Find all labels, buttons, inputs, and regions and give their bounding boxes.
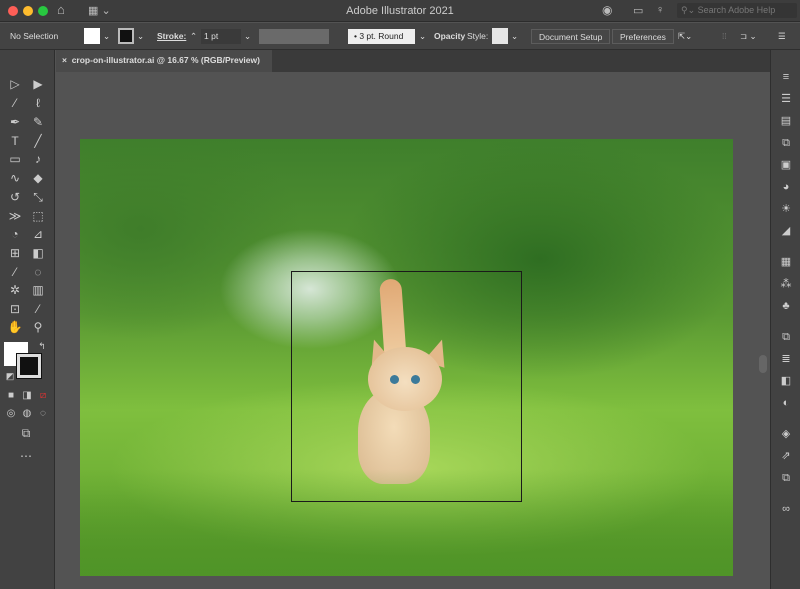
- title-bar: ⌂ ▦ ⌄ Adobe Illustrator 2021 ◉ ▭ ♀ ⚲⌄ Se…: [0, 0, 800, 22]
- color-mode-icon[interactable]: ■: [3, 388, 19, 404]
- paintbrush-tool-icon[interactable]: ♪: [30, 151, 46, 167]
- close-tab-icon[interactable]: ×: [62, 55, 67, 65]
- mesh-tool-icon[interactable]: ⊞: [7, 245, 23, 261]
- draw-normal-icon[interactable]: ◎: [3, 406, 19, 422]
- eyedropper-tool-icon[interactable]: ⁄: [7, 264, 23, 280]
- select-similar-icon[interactable]: ⇱⌄: [678, 29, 692, 44]
- chevron-down-icon[interactable]: ⌄: [244, 29, 251, 44]
- gradient-panel-icon[interactable]: ◢: [779, 224, 793, 238]
- style-label: Style:: [467, 31, 489, 41]
- width-tool-icon[interactable]: ≫: [7, 208, 23, 224]
- eraser-tool-icon[interactable]: ◆: [30, 170, 46, 186]
- swap-colors-icon[interactable]: ↰: [34, 338, 50, 354]
- symbols-icon[interactable]: ♣: [779, 299, 793, 313]
- magic-wand-tool-icon[interactable]: ⁄: [7, 95, 23, 111]
- arrange-documents-icon[interactable]: ▭: [633, 5, 643, 17]
- libraries-icon[interactable]: ☰: [779, 92, 793, 106]
- links-icon[interactable]: ∞: [779, 502, 793, 516]
- zoom-tool-icon[interactable]: ⚲: [30, 319, 46, 335]
- document-tab-title: crop-on-illustrator.ai @ 16.67 % (RGB/Pr…: [71, 55, 260, 65]
- pen-tool-icon[interactable]: ✒: [7, 114, 23, 130]
- selection-tool-icon[interactable]: ▷: [7, 76, 23, 92]
- stroke-stepper[interactable]: ⌃: [190, 29, 197, 44]
- menu-list-icon[interactable]: ☰: [778, 29, 786, 44]
- column-graph-tool-icon[interactable]: ▥: [30, 282, 46, 298]
- direct-selection-tool-icon[interactable]: ▶: [30, 76, 46, 92]
- properties-icon[interactable]: ≡: [779, 70, 793, 84]
- search-placeholder: Search Adobe Help: [697, 5, 776, 15]
- line-tool-icon[interactable]: ╱: [30, 133, 46, 149]
- slice-tool-icon[interactable]: ⁄: [30, 301, 46, 317]
- control-bar: No Selection ⌄ ⌄ Stroke: ⌃ 1 pt ⌄ • 3 pt…: [0, 23, 800, 50]
- pathfinder-icon[interactable]: ▣: [779, 158, 793, 172]
- opacity-label[interactable]: Opacity: [434, 29, 465, 44]
- artboards-panel-icon[interactable]: ⧉: [779, 471, 793, 485]
- curvature-tool-icon[interactable]: ✎: [30, 114, 46, 130]
- none-mode-icon[interactable]: ⧄: [35, 388, 51, 404]
- export-icon[interactable]: ⇗: [779, 449, 793, 463]
- style-swatch[interactable]: [492, 28, 508, 44]
- free-transform-tool-icon[interactable]: ⬚: [30, 208, 46, 224]
- chevron-down-icon[interactable]: ⌄: [419, 29, 426, 44]
- symbol-sprayer-tool-icon[interactable]: ✲: [7, 282, 23, 298]
- transparency-icon[interactable]: ◧: [779, 374, 793, 388]
- stroke-panel-icon[interactable]: ⧉: [779, 330, 793, 344]
- distribute-icon[interactable]: ⊐ ⌄: [740, 29, 757, 44]
- dock-resize-handle[interactable]: [759, 355, 767, 373]
- variable-width-profile[interactable]: [259, 29, 329, 44]
- transform-panel-icon[interactable]: ⧉: [779, 136, 793, 150]
- fill-swatch[interactable]: [84, 28, 100, 44]
- draw-behind-icon[interactable]: ◍: [19, 406, 35, 422]
- lines-panel-icon[interactable]: ≣: [779, 352, 793, 366]
- stroke-label[interactable]: Stroke:: [157, 29, 186, 44]
- stroke-color-box[interactable]: [16, 353, 42, 379]
- layers-icon[interactable]: ◈: [779, 427, 793, 441]
- edit-toolbar-icon[interactable]: ⋯: [18, 448, 34, 464]
- swatches-icon[interactable]: ▦: [779, 255, 793, 269]
- rectangle-tool-icon[interactable]: ▭: [7, 151, 23, 167]
- align-panel-icon[interactable]: ▤: [779, 114, 793, 128]
- type-tool-icon[interactable]: T: [7, 133, 23, 149]
- stroke-weight-input[interactable]: 1 pt: [201, 29, 241, 44]
- screen-mode-icon[interactable]: ⧉: [18, 425, 34, 441]
- gradient-mode-icon[interactable]: ◨: [19, 388, 35, 404]
- lasso-tool-icon[interactable]: ℓ: [30, 95, 46, 111]
- draw-inside-icon[interactable]: ◌: [35, 406, 51, 422]
- document-tab-bar: × crop-on-illustrator.ai @ 16.67 % (RGB/…: [56, 50, 770, 72]
- blend-tool-icon[interactable]: ◌: [30, 264, 46, 280]
- right-panel-dock: ≡ ☰ ▤ ⧉ ▣ ◕ ☀ ◢ ▦ ⁂ ♣ ⧉ ≣ ◧ ◐ ◈ ⇗ ⧉ ∞: [759, 50, 800, 589]
- search-help-input[interactable]: ⚲⌄ Search Adobe Help: [677, 3, 797, 18]
- stroke-swatch[interactable]: [118, 28, 134, 44]
- document-setup-button[interactable]: Document Setup: [531, 29, 611, 44]
- shaper-tool-icon[interactable]: ∿: [7, 170, 23, 186]
- scale-tool-icon[interactable]: ⤡: [30, 189, 46, 205]
- gradient-tool-icon[interactable]: ◧: [30, 245, 46, 261]
- selection-status: No Selection: [10, 31, 59, 41]
- chevron-down-icon[interactable]: ⌄: [103, 29, 110, 44]
- preferences-button[interactable]: Preferences: [612, 29, 674, 44]
- rotate-tool-icon[interactable]: ↺: [7, 189, 23, 205]
- graphic-styles-icon[interactable]: ◐: [779, 396, 793, 410]
- perspective-grid-tool-icon[interactable]: ⊿: [30, 226, 46, 242]
- document-tab[interactable]: × crop-on-illustrator.ai @ 16.67 % (RGB/…: [56, 50, 272, 72]
- appearance-icon[interactable]: ☀: [779, 202, 793, 216]
- hand-tool-icon[interactable]: ✋: [7, 319, 23, 335]
- artboard-tool-icon[interactable]: ⊡: [7, 301, 23, 317]
- share-user-icon[interactable]: ◉: [602, 4, 612, 16]
- color-panel-icon[interactable]: ◕: [779, 180, 793, 194]
- chevron-down-icon[interactable]: ⌄: [137, 29, 144, 44]
- brush-label: 3 pt. Round: [359, 31, 404, 41]
- lightbulb-icon[interactable]: ♀: [656, 4, 664, 16]
- brushes-icon[interactable]: ⁂: [779, 277, 793, 291]
- tools-panel: ▷ ▶ ⁄ ℓ ✒ ✎ T ╱ ▭ ♪ ∿ ◆ ↺ ⤡ ≫ ⬚ ◔ ⊿ ⊞ ◧ …: [0, 50, 55, 589]
- chevron-down-icon[interactable]: ⌄: [511, 29, 518, 44]
- shape-builder-tool-icon[interactable]: ◔: [7, 226, 23, 242]
- default-colors-icon[interactable]: ◩: [2, 368, 18, 384]
- align-icon[interactable]: ⁞⁞: [722, 29, 727, 44]
- crop-selection-rectangle[interactable]: [291, 271, 522, 502]
- brush-definition[interactable]: • 3 pt. Round: [348, 29, 415, 44]
